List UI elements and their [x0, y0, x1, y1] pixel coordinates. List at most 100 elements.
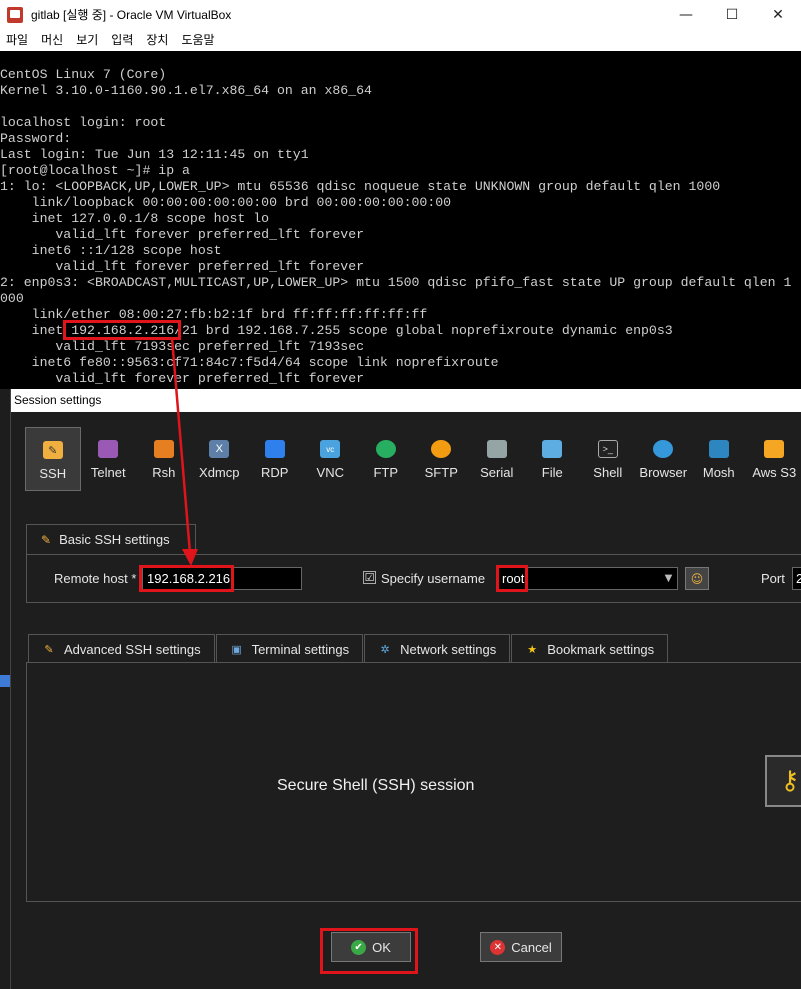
- menu-devices[interactable]: 장치: [146, 31, 168, 48]
- specify-username-checkbox[interactable]: ☑: [363, 571, 376, 584]
- menu-help[interactable]: 도움말: [181, 31, 214, 48]
- annotation-ok-button: [320, 928, 418, 974]
- menu-machine[interactable]: 머신: [41, 31, 63, 48]
- console-line: CentOS Linux 7 (Core): [0, 67, 167, 82]
- screen: gitlab [실행 중] - Oracle VM VirtualBox — ☐…: [0, 0, 801, 989]
- star-icon: ★: [527, 643, 538, 656]
- tab-network-settings[interactable]: ✲ Network settings: [364, 634, 511, 663]
- shell-icon: >_: [597, 440, 618, 458]
- protocol-label: Browser: [639, 465, 688, 480]
- wrench-icon: ✎: [44, 643, 54, 656]
- dialog-title: Session settings: [11, 389, 801, 412]
- sftp-icon: [431, 440, 452, 458]
- console-line: localhost login: root: [0, 115, 167, 130]
- console-line: valid_lft 7193sec preferred_lft 7193sec: [0, 339, 365, 354]
- terminal-icon: ▣: [231, 643, 242, 656]
- vnc-icon: vc: [320, 440, 341, 458]
- console-line: 000: [0, 291, 24, 306]
- tab-terminal-settings[interactable]: ▣ Terminal settings: [215, 634, 364, 663]
- protocol-sftp[interactable]: SFTP: [414, 427, 470, 491]
- serial-icon: [486, 440, 507, 458]
- protocol-label: Shell: [593, 465, 623, 480]
- protocol-label: Mosh: [702, 465, 735, 480]
- protocol-label: SFTP: [424, 465, 458, 480]
- tab-label: Network settings: [400, 641, 497, 657]
- menu-view[interactable]: 보기: [76, 31, 98, 48]
- protocol-label: SSH: [39, 466, 67, 481]
- close-button[interactable]: ✕: [755, 0, 801, 29]
- minimize-button[interactable]: —: [663, 0, 709, 29]
- annotation-username: [496, 565, 528, 592]
- key-icon: ⚷: [765, 755, 801, 807]
- protocol-vnc[interactable]: vc VNC: [303, 427, 359, 491]
- tab-bookmark-settings[interactable]: ★ Bookmark settings: [511, 634, 669, 663]
- user-icon: ☺: [690, 571, 704, 586]
- session-settings-dialog: Session settings ✎ SSH Telnet Rsh X Xdmc…: [10, 389, 801, 989]
- aws-icon: [764, 440, 785, 458]
- tab-label: Terminal settings: [251, 641, 350, 657]
- remote-host-label: Remote host *: [54, 571, 137, 586]
- tab-label: Advanced SSH settings: [64, 641, 201, 657]
- port-input[interactable]: 22: [792, 567, 801, 590]
- maximize-button[interactable]: ☐: [709, 0, 755, 29]
- chevron-down-icon[interactable]: ▼: [661, 569, 676, 588]
- protocol-xdmcp[interactable]: X Xdmcp: [192, 427, 248, 491]
- file-icon: [542, 440, 563, 458]
- protocol-mosh[interactable]: Mosh: [691, 427, 747, 491]
- advanced-tabs: ✎ Advanced SSH settings ▣ Terminal setti…: [28, 634, 669, 663]
- protocol-label: Telnet: [90, 465, 126, 480]
- protocol-file[interactable]: File: [525, 427, 581, 491]
- console-line: inet 127.0.0.1/8 scope host lo: [0, 211, 270, 226]
- protocol-aws-s3[interactable]: Aws S3: [747, 427, 801, 491]
- console-line: Password:: [0, 131, 72, 146]
- console-line: valid_lft forever preferred_lft forever: [0, 259, 365, 274]
- globe-icon: [653, 440, 674, 458]
- protocol-label: Aws S3: [752, 465, 797, 480]
- rsh-icon: [153, 440, 174, 458]
- protocol-browser[interactable]: Browser: [636, 427, 692, 491]
- protocol-telnet[interactable]: Telnet: [81, 427, 137, 491]
- background-window-strip: [0, 389, 10, 989]
- protocol-ssh[interactable]: ✎ SSH: [25, 427, 81, 491]
- console-line: inet6 fe80::9563:cf71:84c7:f5d4/64 scope…: [0, 355, 499, 370]
- user-manager-button[interactable]: ☺: [685, 567, 709, 590]
- cancel-icon: ✕: [490, 939, 506, 955]
- tab-label: Bookmark settings: [547, 641, 655, 657]
- menu-input[interactable]: 입력: [111, 31, 133, 48]
- protocol-label: Serial: [480, 465, 514, 480]
- console-line: 1: lo: <LOOPBACK,UP,LOWER_UP> mtu 65536 …: [0, 179, 721, 194]
- port-label: Port: [761, 571, 785, 586]
- protocol-label: FTP: [373, 465, 399, 480]
- protocol-shell[interactable]: >_ Shell: [580, 427, 636, 491]
- protocol-label: RDP: [261, 465, 289, 480]
- console-line: valid_lft forever preferred_lft forever: [0, 371, 365, 386]
- cancel-label: Cancel: [511, 939, 552, 955]
- console-line: Kernel 3.10.0-1160.90.1.el7.x86_64 on an…: [0, 83, 372, 98]
- tab-advanced-ssh-settings[interactable]: ✎ Advanced SSH settings: [28, 634, 215, 663]
- annotation-remote-host: [139, 565, 234, 592]
- session-caption: Secure Shell (SSH) session: [277, 777, 475, 794]
- ftp-icon: [375, 440, 396, 458]
- network-icon: ✲: [380, 643, 390, 656]
- protocol-label: VNC: [316, 465, 344, 480]
- tab-label: Basic SSH settings: [59, 532, 170, 547]
- tab-basic-ssh-settings[interactable]: ✎ Basic SSH settings: [26, 524, 196, 554]
- mosh-icon: [708, 440, 729, 458]
- protocol-rsh[interactable]: Rsh: [136, 427, 192, 491]
- annotation-terminal-ip: [63, 320, 181, 340]
- protocol-ftp[interactable]: FTP: [358, 427, 414, 491]
- console-line: Last login: Tue Jun 13 12:11:45 on tty1: [0, 147, 309, 162]
- specify-username-label: Specify username: [381, 571, 486, 586]
- protocol-rdp[interactable]: RDP: [247, 427, 303, 491]
- console-line: valid_lft forever preferred_lft forever: [0, 227, 365, 242]
- protocol-label: File: [541, 465, 563, 480]
- cancel-button[interactable]: ✕ Cancel: [480, 932, 562, 962]
- console-line: inet6 ::1/128 scope host: [0, 243, 222, 258]
- protocol-serial[interactable]: Serial: [469, 427, 525, 491]
- xdmcp-icon: X: [209, 440, 230, 458]
- background-selection: [0, 675, 10, 687]
- protocol-label: Rsh: [152, 465, 176, 480]
- menu-file[interactable]: 파일: [6, 31, 28, 48]
- wrench-icon: ✎: [41, 532, 52, 547]
- virtualbox-menubar: 파일 머신 보기 입력 장치 도움말: [0, 29, 801, 50]
